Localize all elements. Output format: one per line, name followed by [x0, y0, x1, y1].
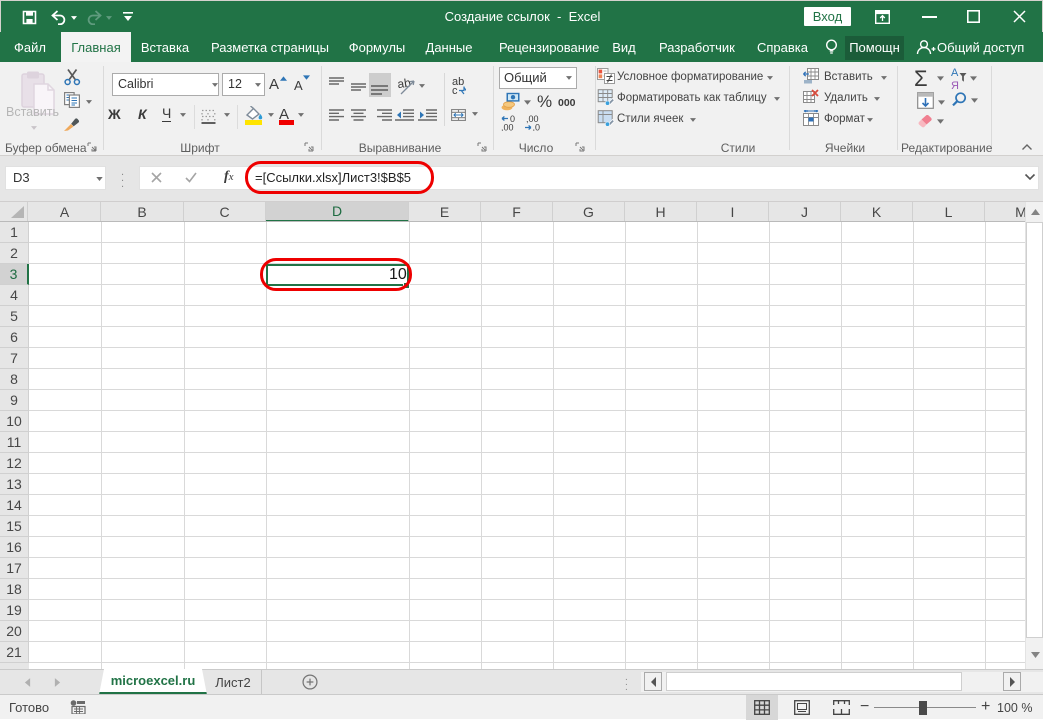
svg-text:Я: Я — [951, 80, 959, 91]
svg-text:А: А — [951, 67, 959, 79]
svg-text:,00: ,00 — [501, 123, 514, 132]
svg-text:,0: ,0 — [533, 123, 541, 132]
svg-text:ab: ab — [398, 76, 412, 91]
svg-text:c: c — [452, 85, 458, 95]
